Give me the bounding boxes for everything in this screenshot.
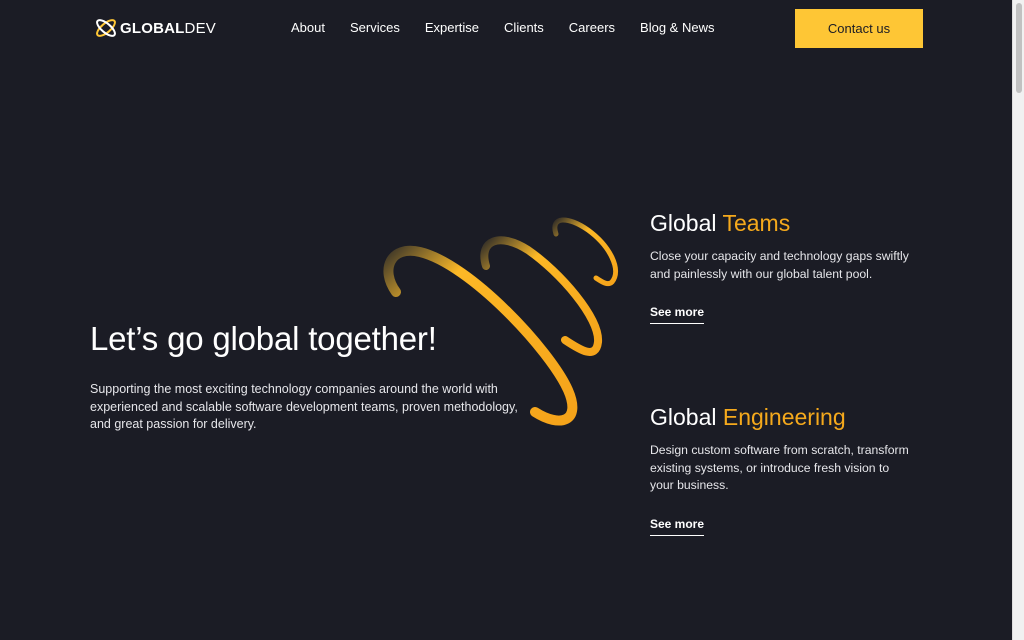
contact-us-button[interactable]: Contact us	[795, 9, 923, 48]
nav-item-blog-news[interactable]: Blog & News	[640, 20, 714, 36]
feature-title: Global Teams	[650, 208, 910, 238]
logo-text-light: DEV	[184, 19, 216, 37]
feature-title: Global Engineering	[650, 402, 910, 432]
nav-item-careers[interactable]: Careers	[569, 20, 615, 36]
feature-global-teams: Global Teams Close your capacity and tec…	[650, 208, 910, 324]
page: GLOBALDEV About Services Expertise Clien…	[0, 0, 1024, 640]
page-scrollbar[interactable]	[1012, 0, 1024, 640]
nav-item-clients[interactable]: Clients	[504, 20, 544, 36]
nav-item-about[interactable]: About	[291, 20, 325, 36]
logo-text: GLOBALDEV	[120, 20, 216, 37]
feature-global-engineering: Global Engineering Design custom softwar…	[650, 402, 910, 536]
logo-text-bold: GLOBAL	[120, 19, 185, 37]
feature-description: Design custom software from scratch, tra…	[650, 443, 909, 492]
hero-subtitle: Supporting the most exciting technology …	[90, 382, 518, 431]
feature-description: Close your capacity and technology gaps …	[650, 249, 909, 281]
scrollbar-thumb[interactable]	[1016, 3, 1022, 93]
see-more-link-engineering[interactable]: See more	[650, 517, 705, 536]
nav-item-expertise[interactable]: Expertise	[425, 20, 479, 36]
see-more-link-teams[interactable]: See more	[650, 305, 705, 324]
feature-title-accent: Engineering	[722, 404, 846, 430]
nav-item-services[interactable]: Services	[350, 20, 400, 36]
feature-title-prefix: Global	[650, 404, 717, 430]
logo-link[interactable]: GLOBALDEV	[94, 16, 216, 40]
globe-orbit-logo-icon	[96, 19, 116, 37]
main-nav: About Services Expertise Clients Careers…	[291, 20, 739, 36]
hero-title: Let’s go global together!	[90, 320, 437, 357]
feature-title-prefix: Global	[650, 210, 717, 236]
feature-title-accent: Teams	[722, 210, 791, 236]
